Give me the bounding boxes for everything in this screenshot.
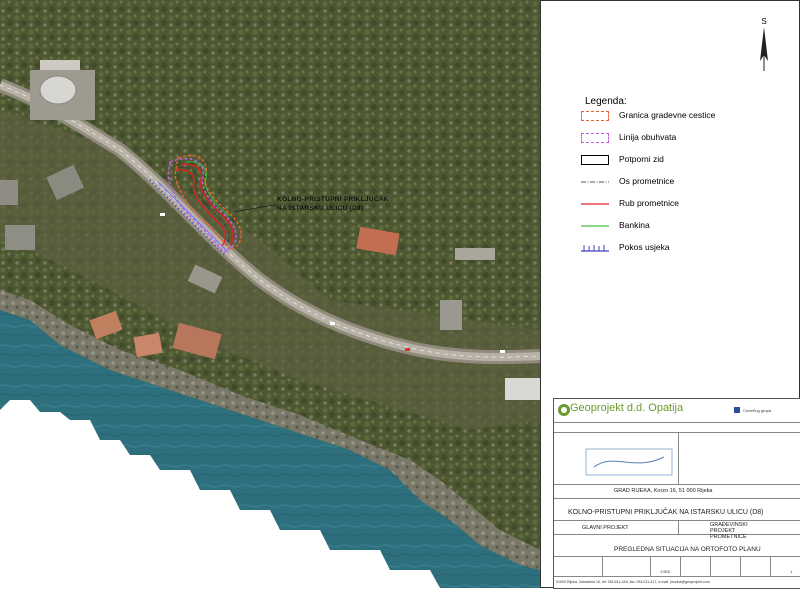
orthophoto-map: [0, 0, 540, 588]
dash-dot-line-icon: [581, 181, 609, 183]
legend-panel: S Legenda: Granica gradevne cestice Lini…: [540, 0, 800, 589]
black-rect-icon: [581, 155, 609, 165]
access-road-label-line2: NA ISTARSKU ULICU (D8): [277, 205, 364, 212]
project-type-value: GLAVNI PROJEKT: [582, 525, 629, 531]
north-arrow-icon: [760, 27, 768, 71]
scale-value: 1:500: [660, 569, 671, 574]
building: [5, 225, 35, 250]
map-sheet: KOLNO-PRISTUPNI PRIKLJUČAK NA ISTARSKU U…: [0, 0, 800, 589]
north-arrow: S: [754, 17, 774, 71]
stamp-icon: [585, 448, 673, 476]
sheet-value: 1: [790, 569, 793, 574]
legend-item-scope-line: Linija obuhvata: [581, 131, 791, 145]
legend-label: Pokos usjeka: [619, 242, 670, 252]
title-block-header: Geoprojekt d.d. Opatija ConeEng grupa: [554, 399, 800, 423]
legend-label: Potporni zid: [619, 154, 664, 164]
building: [455, 248, 495, 260]
access-road-label-line1: KOLNO-PRISTUPNI PRIKLJUČAK: [277, 196, 389, 203]
legend: Legenda: Granica gradevne cestice Linija…: [581, 96, 791, 252]
company-name: Geoprojekt d.d. Opatija: [570, 402, 684, 414]
building: [0, 180, 18, 205]
legend-label: Granica gradevne cestice: [619, 110, 716, 120]
legend-item-site-boundary: Granica gradevne cestice: [581, 109, 791, 123]
dashed-purple-rect-icon: [581, 133, 609, 143]
legend-item-road-edge: Rub prometnice: [581, 197, 791, 211]
north-arrow-label: S: [761, 17, 767, 26]
legend-label: Rub prometnice: [619, 198, 680, 208]
signatures-area: [554, 433, 800, 485]
green-line-icon: [581, 225, 609, 227]
legend-label: Os prometnice: [619, 176, 675, 186]
dashed-orange-rect-icon: [581, 111, 609, 121]
group-name: ConeEng grupa: [743, 408, 772, 413]
company-logo-icon: [558, 404, 570, 416]
red-line-icon: [581, 203, 609, 205]
hatched-blue-line-icon: [581, 245, 609, 252]
legend-item-cut-slope: Pokos usjeka: [581, 241, 791, 255]
legend-label: Bankina: [619, 220, 650, 230]
investor-value: GRAD RIJEKA, Korzo 16, 51 000 Rijeka: [614, 488, 713, 494]
group-logo-icon: [734, 407, 740, 413]
legend-label: Linija obuhvata: [619, 132, 677, 142]
building-value: KOLNO-PRISTUPNI PRIKLJUČAK NA ISTARSKU U…: [568, 509, 764, 516]
building: [505, 378, 540, 400]
title-block: Geoprojekt d.d. Opatija ConeEng grupa GR…: [553, 398, 800, 589]
legend-item-road-axis: Os prometnice: [581, 175, 791, 189]
legend-title: Legenda:: [585, 96, 627, 107]
company-footer: 51000 Rijeka, Zanatalna 16, tel: 051/211…: [556, 580, 710, 584]
legend-item-shoulder: Bankina: [581, 219, 791, 233]
legend-item-retaining-wall: Potporni zid: [581, 153, 791, 167]
drawing-title-value: PREGLEDNA SITUACIJA NA ORTOFOTO PLANU: [614, 546, 761, 553]
building: [440, 300, 462, 330]
